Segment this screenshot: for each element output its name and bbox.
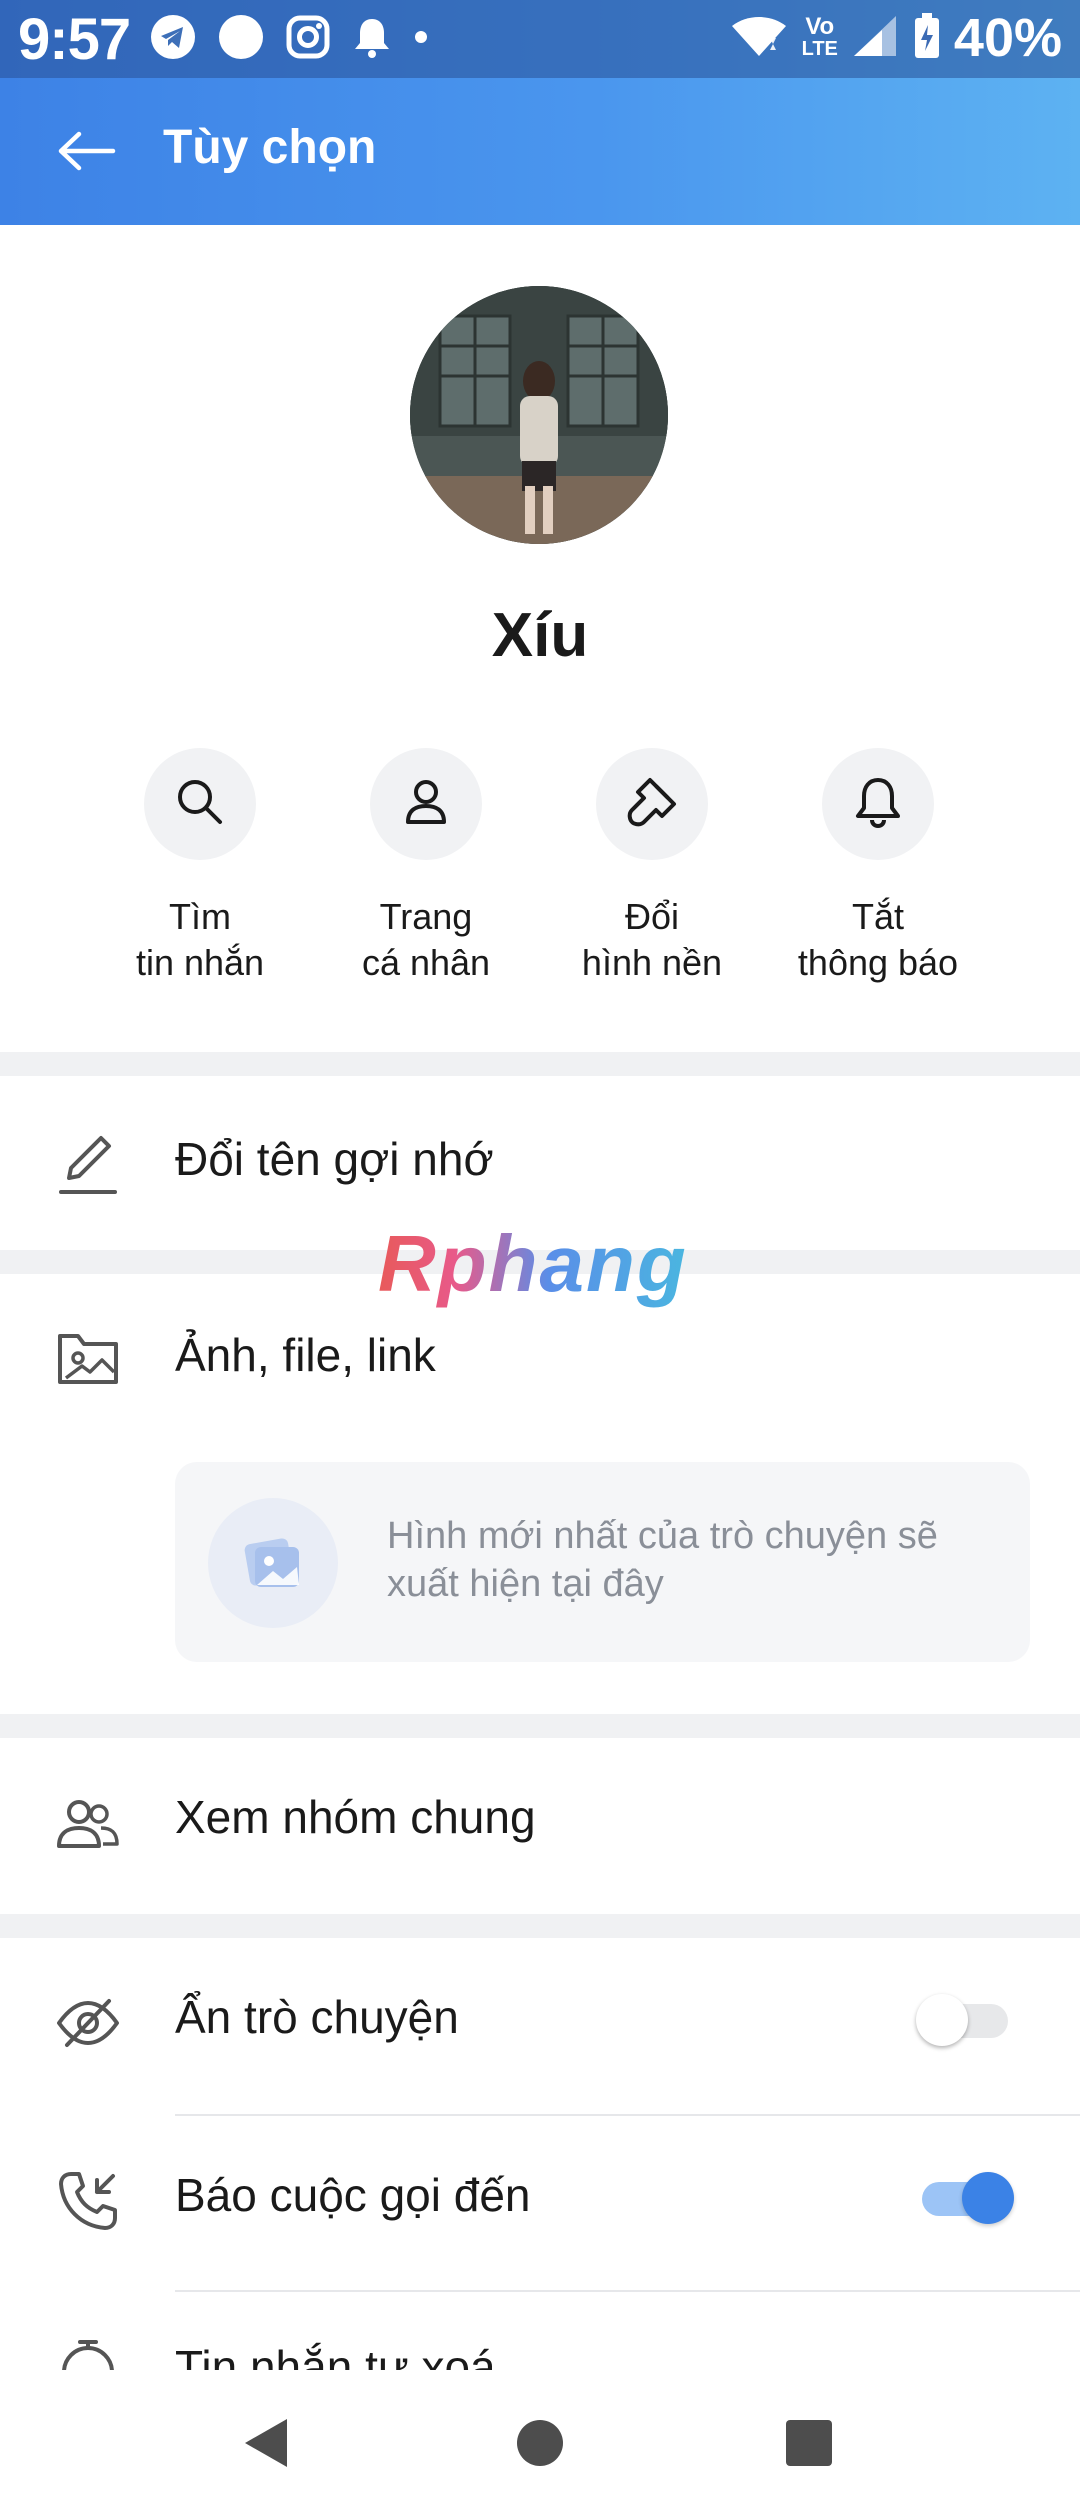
paint-brush-icon: [624, 774, 680, 835]
change-wallpaper-label: Đổi hình nền: [581, 896, 723, 983]
incoming-call-alert-toggle[interactable]: [916, 2166, 1014, 2226]
mute-notifications-action[interactable]: Tắt thông báo: [765, 748, 991, 988]
app-bar: Tùy chọn: [0, 78, 1080, 225]
section-divider: [0, 1052, 1080, 1076]
common-groups-label: Xem nhóm chung: [175, 1791, 536, 1843]
signal-icon: [852, 14, 900, 63]
more-notifications-dot-icon: [414, 30, 428, 49]
square-recents-icon: [784, 2418, 834, 2473]
hide-chat-toggle[interactable]: [916, 1988, 1012, 2048]
change-wallpaper-action[interactable]: Đổi hình nền: [539, 748, 765, 988]
auto-delete-messages-label: Tin nhắn tự xoá: [175, 2341, 496, 2370]
nav-back-button[interactable]: [230, 2410, 300, 2480]
nav-home-button[interactable]: [505, 2410, 575, 2480]
mute-notifications-label: Tắt thông báo: [797, 896, 959, 983]
battery-percentage: 40%: [953, 8, 1062, 68]
eye-off-icon: [55, 1990, 121, 2056]
telegram-icon: [150, 14, 196, 65]
incoming-call-alert-label: Báo cuộc gọi đến: [175, 2169, 531, 2221]
people-icon: [55, 1790, 121, 1856]
status-bar: 9:57 Vo LTE 40%: [0, 0, 1080, 78]
media-empty-state-text: Hình mới nhất của trò chuyện sẽ xuất hiệ…: [387, 1515, 938, 1605]
triangle-back-icon: [239, 2415, 291, 2476]
hide-chat-row[interactable]: Ẩn trò chuyện: [0, 1938, 1080, 2114]
search-messages-action[interactable]: Tìm tin nhắn: [87, 748, 313, 988]
auto-delete-messages-row[interactable]: Tin nhắn tự xoá: [0, 2292, 1080, 2370]
pencil-icon: [55, 1130, 121, 1196]
incoming-call-icon: [55, 2168, 121, 2234]
profile-name: Xíu: [491, 601, 589, 670]
back-button[interactable]: [52, 118, 122, 188]
hide-chat-label: Ẩn trò chuyện: [175, 1991, 459, 2043]
arrow-left-icon: [57, 131, 117, 176]
person-icon: [398, 774, 454, 835]
search-messages-button[interactable]: [144, 748, 256, 860]
toggle-knob: [916, 1994, 968, 2046]
system-status-icons: Vo LTE 40%: [730, 8, 1062, 68]
search-icon: [172, 774, 228, 835]
system-navigation-bar: [0, 2370, 1080, 2520]
rename-label: Đổi tên gợi nhớ: [175, 1133, 494, 1185]
timer-icon: [55, 2336, 121, 2370]
incoming-call-alert-row[interactable]: Báo cuộc gọi đến: [0, 2116, 1080, 2290]
chat-bubble-icon: [218, 14, 264, 65]
bell-icon: [850, 774, 906, 835]
quick-actions: Tìm tin nhắn Trang cá nhân Đổi hình nền …: [0, 748, 1080, 988]
toggle-knob: [962, 2172, 1014, 2224]
mute-notifications-button[interactable]: [822, 748, 934, 860]
change-wallpaper-button[interactable]: [596, 748, 708, 860]
notification-icons: [150, 14, 428, 64]
media-empty-state-card[interactable]: Hình mới nhất của trò chuyện sẽ xuất hiệ…: [175, 1462, 1030, 1662]
status-time: 9:57: [18, 7, 131, 72]
volte-indicator: Vo LTE: [801, 13, 838, 61]
profile-page-action[interactable]: Trang cá nhân: [313, 748, 539, 988]
wifi-icon: [730, 14, 788, 63]
battery-charging-icon: [914, 12, 940, 64]
nav-recents-button[interactable]: [774, 2410, 844, 2480]
instagram-icon: [286, 15, 330, 64]
image-placeholder-icon: [208, 1498, 338, 1628]
profile-page-button[interactable]: [370, 748, 482, 860]
common-groups-row[interactable]: Xem nhóm chung: [0, 1738, 1080, 1914]
avatar[interactable]: [410, 286, 668, 544]
page-title: Tùy chọn: [163, 121, 377, 174]
section-divider: [0, 1714, 1080, 1738]
section-divider: [0, 1914, 1080, 1938]
folder-image-icon: [55, 1326, 121, 1392]
media-files-links-label: Ảnh, file, link: [175, 1329, 436, 1381]
profile-page-label: Trang cá nhân: [361, 896, 491, 983]
notification-bell-icon: [352, 15, 392, 64]
search-messages-label: Tìm tin nhắn: [135, 896, 265, 983]
circle-home-icon: [515, 2418, 565, 2473]
